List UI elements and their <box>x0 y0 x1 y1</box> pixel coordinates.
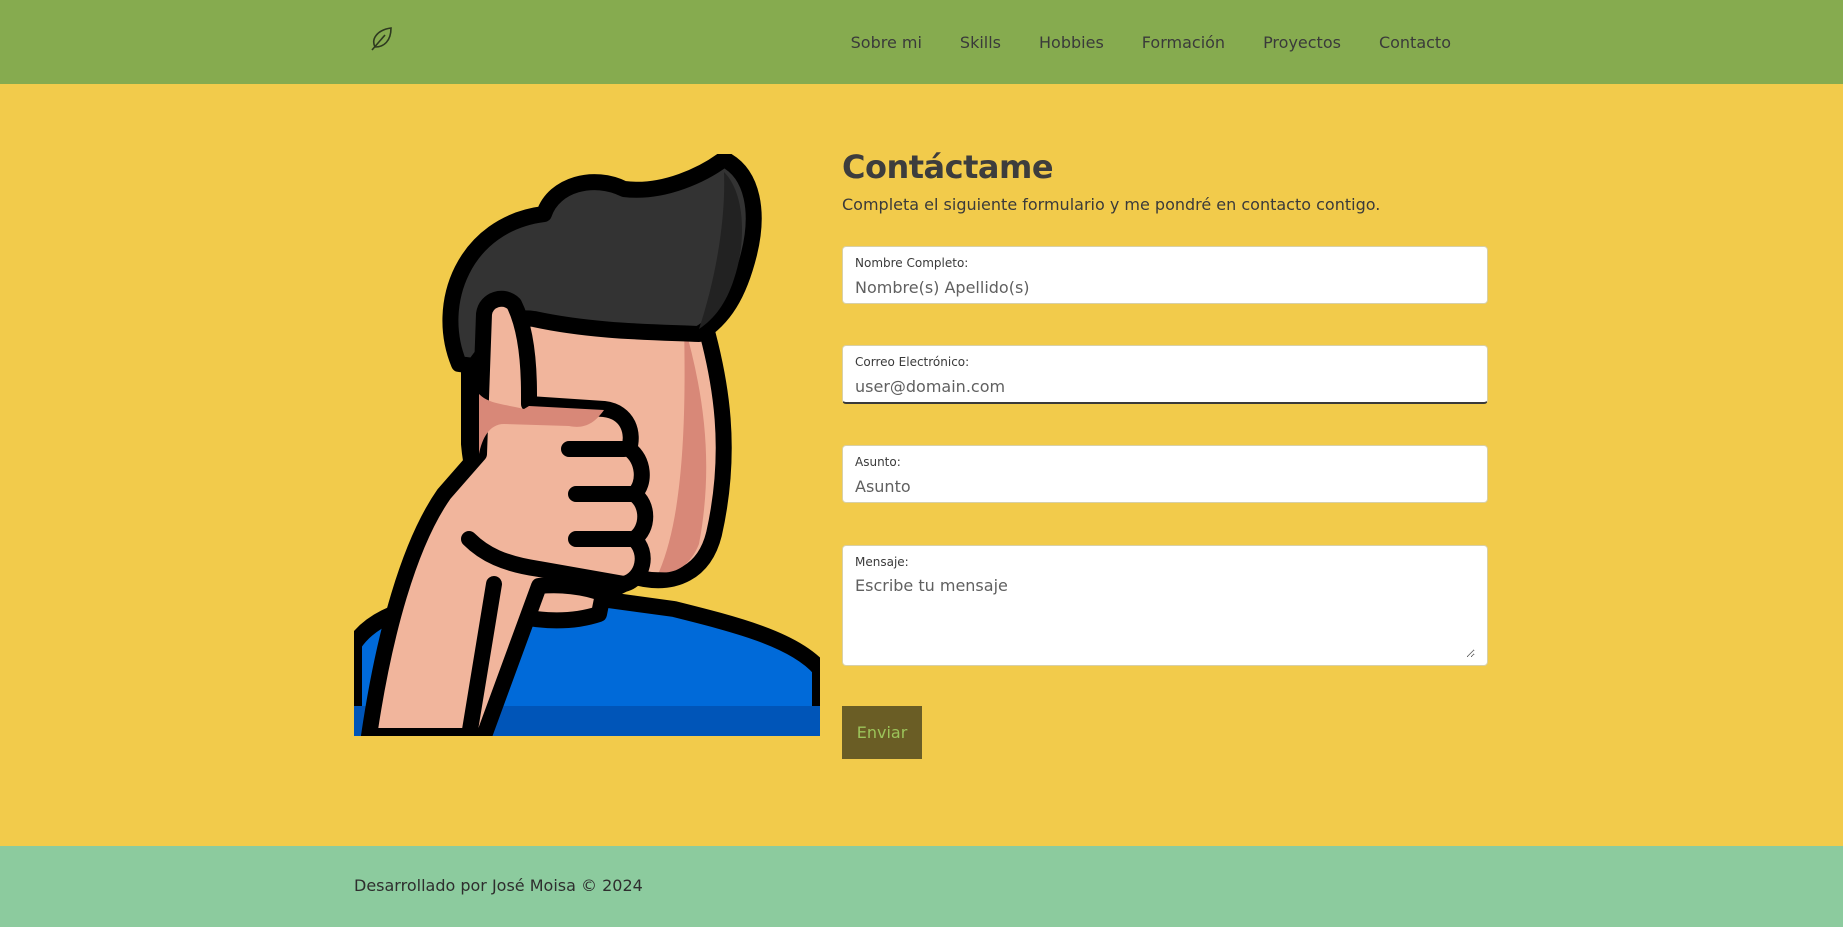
submit-button[interactable]: Enviar <box>842 706 922 759</box>
thumbs-up-person-icon <box>354 154 820 736</box>
message-field-label: Mensaje: <box>855 555 909 569</box>
message-field[interactable] <box>855 576 1475 658</box>
page-title: Contáctame <box>842 148 1054 186</box>
navbar: Sobre mi Skills Hobbies Formación Proyec… <box>0 0 1843 84</box>
name-field[interactable] <box>855 277 1475 297</box>
footer: Desarrollado por José Moisa © 2024 <box>0 846 1843 927</box>
subject-field-container[interactable]: Asunto: <box>842 445 1488 503</box>
subject-field-label: Asunto: <box>855 455 901 469</box>
form-subtitle: Completa el siguiente formulario y me po… <box>842 195 1381 214</box>
email-field-container[interactable]: Correo Electrónico: <box>842 345 1488 404</box>
nav-link-sobre-mi[interactable]: Sobre mi <box>851 33 922 52</box>
nav-link-formacion[interactable]: Formación <box>1142 33 1225 52</box>
email-field-label: Correo Electrónico: <box>855 355 970 369</box>
email-field[interactable] <box>855 376 1475 396</box>
nav-link-skills[interactable]: Skills <box>960 33 1001 52</box>
name-field-label: Nombre Completo: <box>855 256 969 270</box>
message-field-container[interactable]: Mensaje: <box>842 545 1488 666</box>
name-field-container[interactable]: Nombre Completo: <box>842 246 1488 304</box>
nav-link-hobbies[interactable]: Hobbies <box>1039 33 1104 52</box>
subject-field[interactable] <box>855 476 1475 496</box>
nav-link-contacto[interactable]: Contacto <box>1379 33 1451 52</box>
main-nav: Sobre mi Skills Hobbies Formación Proyec… <box>813 0 1451 84</box>
footer-credit: Desarrollado por José Moisa © 2024 <box>354 876 643 895</box>
leaf-icon[interactable] <box>369 25 395 51</box>
nav-link-proyectos[interactable]: Proyectos <box>1263 33 1341 52</box>
